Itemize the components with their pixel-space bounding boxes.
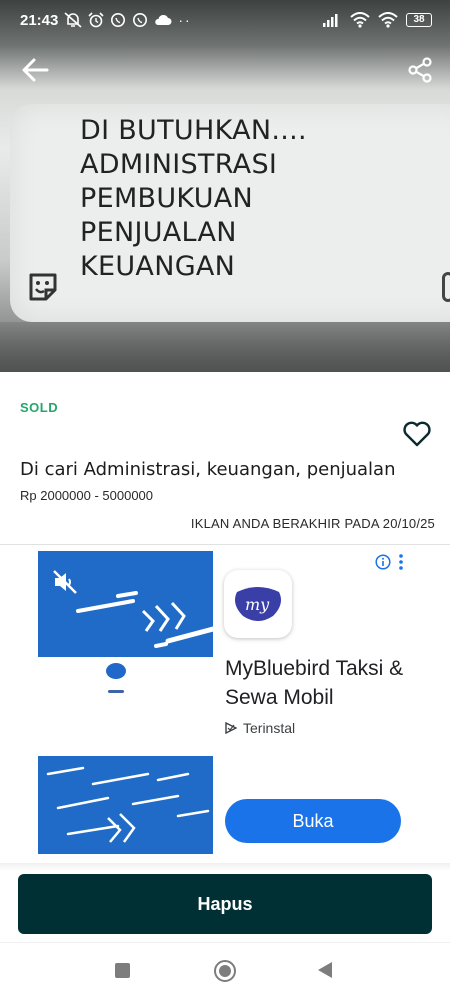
system-icons: 38 bbox=[322, 12, 432, 28]
photo-text-line: KEUANGAN bbox=[80, 251, 236, 282]
whatsapp-icon bbox=[111, 13, 126, 27]
installed-status: Terinstal bbox=[225, 720, 295, 736]
listing-title: Di cari Administrasi, keuangan, penjuala… bbox=[20, 459, 396, 480]
listing-price: Rp 2000000 - 5000000 bbox=[20, 488, 154, 503]
mybluebird-logo: my bbox=[235, 587, 281, 621]
mute-icon[interactable] bbox=[52, 569, 78, 595]
more-notifications-icon: ·· bbox=[178, 12, 192, 28]
whatsapp-icon bbox=[133, 13, 148, 27]
app-icon[interactable]: my bbox=[224, 570, 292, 638]
home-icon[interactable] bbox=[214, 960, 236, 982]
photo-text-line: PEMBUKUAN bbox=[80, 183, 254, 214]
back-arrow-icon[interactable] bbox=[20, 56, 50, 84]
wifi-icon bbox=[378, 12, 398, 28]
photo-text-line: DI BUTUHKAN.... bbox=[80, 115, 307, 146]
ad-image[interactable] bbox=[38, 756, 213, 854]
battery-indicator: 38 bbox=[406, 13, 432, 27]
wifi-icon bbox=[350, 12, 370, 28]
photo-text-line: PENJUALAN bbox=[80, 217, 237, 248]
status-bar: 21:43 ·· 38 bbox=[0, 0, 450, 40]
sold-status-label: SOLD bbox=[20, 400, 59, 415]
ad-video[interactable] bbox=[38, 551, 213, 657]
signal-icon bbox=[323, 14, 338, 27]
ad-app-name: MyBluebird Taksi & Sewa Mobil bbox=[225, 657, 404, 709]
share-icon[interactable] bbox=[406, 56, 434, 84]
sticker-icon bbox=[29, 273, 57, 301]
status-time: 21:43 bbox=[20, 11, 59, 29]
ad-image-dot bbox=[106, 663, 126, 679]
ad-image-graphic bbox=[46, 766, 210, 843]
app-icon-text: my bbox=[245, 595, 270, 614]
ad-image-dash bbox=[108, 690, 124, 693]
heart-icon[interactable] bbox=[402, 420, 432, 448]
installed-label: Terinstal bbox=[243, 720, 296, 736]
nav-back-icon[interactable] bbox=[318, 962, 332, 978]
photo-text: DI BUTUHKAN.... ADMINISTRASI PEMBUKUAN P… bbox=[80, 114, 307, 284]
photo-shadow bbox=[0, 322, 450, 372]
system-nav-bar bbox=[0, 942, 450, 1000]
bottom-shadow bbox=[0, 863, 450, 871]
listing-expiry: IKLAN ANDA BERAKHIR PADA 20/10/25 bbox=[190, 516, 435, 531]
sponsored-ad[interactable]: my MyBluebird Taksi & Sewa Mobil Terinst… bbox=[0, 545, 450, 865]
photo-text-line: ADMINISTRASI bbox=[80, 149, 278, 180]
info-icon[interactable] bbox=[375, 554, 391, 570]
open-app-button[interactable]: Buka bbox=[225, 799, 401, 843]
listing-photo[interactable]: DI BUTUHKAN.... ADMINISTRASI PEMBUKUAN P… bbox=[0, 0, 450, 372]
photo-edge-mark bbox=[442, 272, 450, 302]
ad-video-graphic bbox=[76, 591, 213, 648]
notification-icons: ·· bbox=[64, 12, 191, 28]
recents-icon[interactable] bbox=[115, 963, 130, 978]
more-vert-icon[interactable] bbox=[397, 553, 405, 571]
delete-button[interactable]: Hapus bbox=[18, 874, 432, 934]
cloud-icon bbox=[155, 14, 172, 25]
muted-bell-icon bbox=[64, 12, 82, 28]
installed-icon bbox=[225, 722, 237, 734]
alarm-icon bbox=[88, 12, 104, 28]
